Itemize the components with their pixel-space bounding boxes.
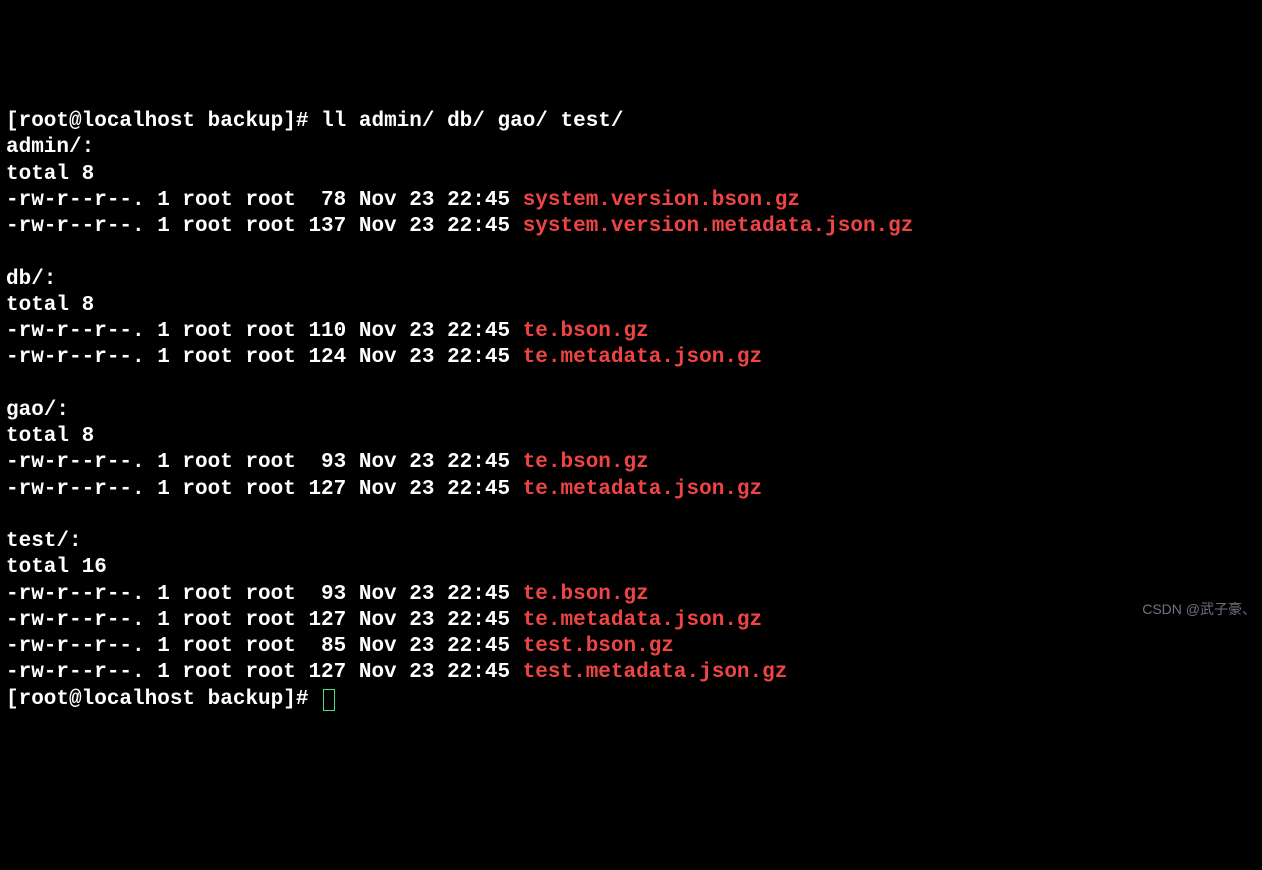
- file-meta: -rw-r--r--. 1 root root 93 Nov 23 22:45: [6, 451, 523, 474]
- file-meta: -rw-r--r--. 1 root root 78 Nov 23 22:45: [6, 189, 523, 212]
- dir-total: total 8: [6, 162, 1256, 188]
- file-row: -rw-r--r--. 1 root root 127 Nov 23 22:45…: [6, 660, 1256, 686]
- blank-line: [6, 503, 1256, 529]
- file-row: -rw-r--r--. 1 root root 127 Nov 23 22:45…: [6, 608, 1256, 634]
- command-text: ll admin/ db/ gao/ test/: [321, 110, 623, 133]
- watermark: CSDN @武子豪、: [1142, 601, 1256, 619]
- file-meta: -rw-r--r--. 1 root root 127 Nov 23 22:45: [6, 478, 523, 501]
- blank-line: [6, 372, 1256, 398]
- file-row: -rw-r--r--. 1 root root 93 Nov 23 22:45 …: [6, 450, 1256, 476]
- file-name: te.metadata.json.gz: [523, 346, 762, 369]
- file-name: te.bson.gz: [523, 320, 649, 343]
- file-name: system.version.bson.gz: [523, 189, 800, 212]
- file-name: system.version.metadata.json.gz: [523, 215, 914, 238]
- file-row: -rw-r--r--. 1 root root 93 Nov 23 22:45 …: [6, 582, 1256, 608]
- file-name: te.bson.gz: [523, 451, 649, 474]
- dir-total: total 16: [6, 555, 1256, 581]
- file-meta: -rw-r--r--. 1 root root 93 Nov 23 22:45: [6, 583, 523, 606]
- terminal-output: [root@localhost backup]# ll admin/ db/ g…: [6, 109, 1256, 713]
- file-meta: -rw-r--r--. 1 root root 127 Nov 23 22:45: [6, 661, 523, 684]
- prompt-line[interactable]: [root@localhost backup]# ll admin/ db/ g…: [6, 109, 1256, 135]
- dir-total: total 8: [6, 424, 1256, 450]
- file-row: -rw-r--r--. 1 root root 127 Nov 23 22:45…: [6, 477, 1256, 503]
- file-name: test.metadata.json.gz: [523, 661, 788, 684]
- file-row: -rw-r--r--. 1 root root 110 Nov 23 22:45…: [6, 319, 1256, 345]
- dir-header: gao/:: [6, 398, 1256, 424]
- file-name: te.metadata.json.gz: [523, 609, 762, 632]
- file-name: te.bson.gz: [523, 583, 649, 606]
- shell-prompt: [root@localhost backup]#: [6, 110, 321, 133]
- file-row: -rw-r--r--. 1 root root 78 Nov 23 22:45 …: [6, 188, 1256, 214]
- shell-prompt: [root@localhost backup]#: [6, 688, 321, 711]
- prompt-line[interactable]: [root@localhost backup]#: [6, 687, 1256, 713]
- file-row: -rw-r--r--. 1 root root 85 Nov 23 22:45 …: [6, 634, 1256, 660]
- dir-header: admin/:: [6, 135, 1256, 161]
- file-row: -rw-r--r--. 1 root root 124 Nov 23 22:45…: [6, 345, 1256, 371]
- file-meta: -rw-r--r--. 1 root root 127 Nov 23 22:45: [6, 609, 523, 632]
- file-row: -rw-r--r--. 1 root root 137 Nov 23 22:45…: [6, 214, 1256, 240]
- dir-total: total 8: [6, 293, 1256, 319]
- cursor-icon[interactable]: [323, 689, 335, 711]
- file-name: test.bson.gz: [523, 635, 674, 658]
- file-meta: -rw-r--r--. 1 root root 137 Nov 23 22:45: [6, 215, 523, 238]
- file-meta: -rw-r--r--. 1 root root 124 Nov 23 22:45: [6, 346, 523, 369]
- dir-header: test/:: [6, 529, 1256, 555]
- dir-header: db/:: [6, 267, 1256, 293]
- file-meta: -rw-r--r--. 1 root root 85 Nov 23 22:45: [6, 635, 523, 658]
- file-name: te.metadata.json.gz: [523, 478, 762, 501]
- blank-line: [6, 240, 1256, 266]
- file-meta: -rw-r--r--. 1 root root 110 Nov 23 22:45: [6, 320, 523, 343]
